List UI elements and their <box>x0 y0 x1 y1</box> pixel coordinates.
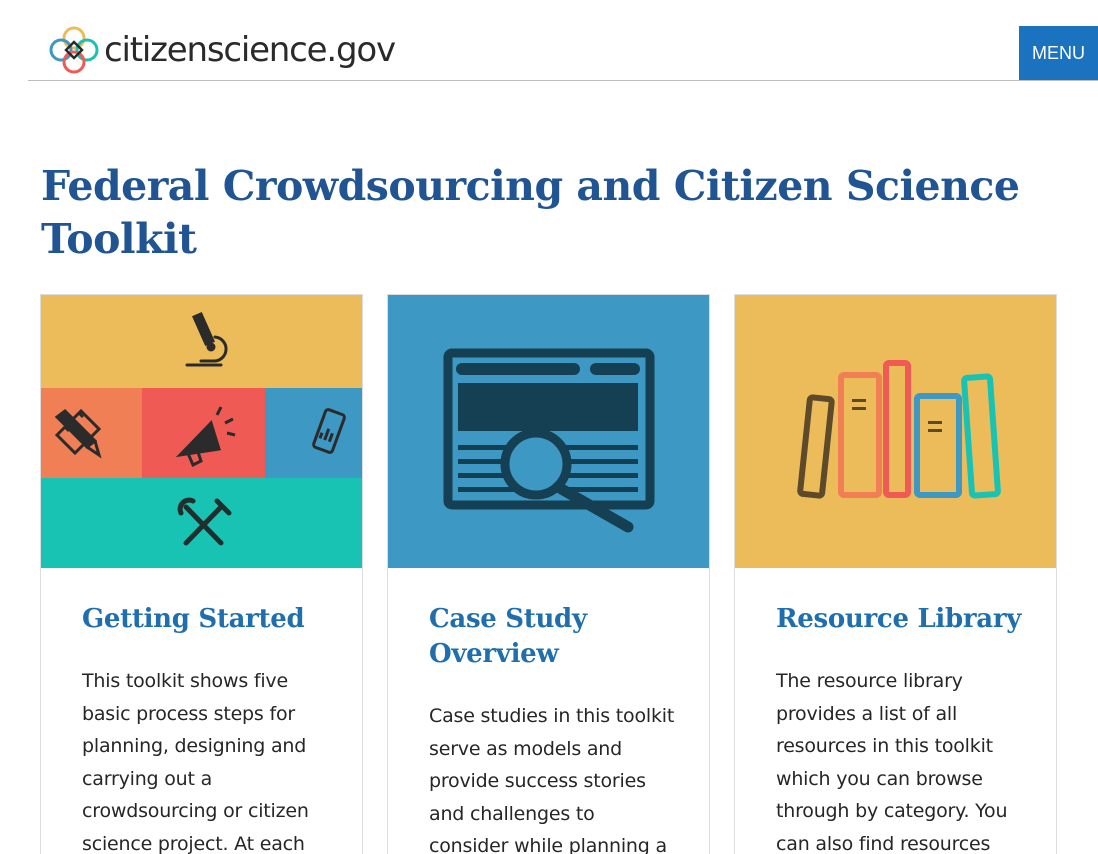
card-case-study-overview[interactable]: Case Study Overview Case studies in this… <box>387 294 710 854</box>
menu-button[interactable]: MENU <box>1019 26 1098 81</box>
header-divider <box>28 80 1098 81</box>
citizenscience-logo-icon[interactable] <box>46 24 102 78</box>
card-resource-library[interactable]: Resource Library The resource library pr… <box>734 294 1057 854</box>
resource-library-illustration <box>735 295 1056 568</box>
page-title: Federal Crowdsourcing and Citizen Scienc… <box>41 162 1020 263</box>
books-icon <box>735 295 1056 568</box>
card-title[interactable]: Case Study Overview <box>429 602 689 672</box>
card-title[interactable]: Getting Started <box>82 602 342 637</box>
site-logo-text[interactable]: citizenscience.gov <box>104 27 396 73</box>
card-title[interactable]: Resource Library <box>776 602 1036 637</box>
browser-search-icon <box>388 295 709 568</box>
site-header: citizenscience.gov MENU <box>0 0 1098 81</box>
getting-started-illustration <box>41 295 362 568</box>
card-getting-started[interactable]: Getting Started This toolkit shows five … <box>40 294 363 854</box>
case-study-illustration <box>388 295 709 568</box>
card-description: This toolkit shows five basic process st… <box>82 670 309 854</box>
card-description: Case studies in this toolkit serve as mo… <box>429 705 675 854</box>
card-description: The resource library provides a list of … <box>776 670 1008 854</box>
